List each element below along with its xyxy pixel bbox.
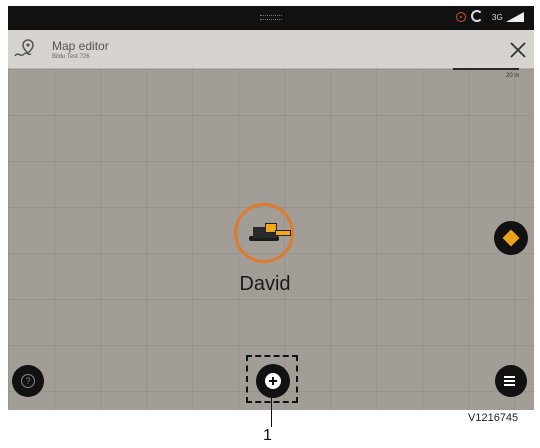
close-button[interactable] [508, 40, 528, 60]
map-pin-icon [14, 39, 34, 57]
locate-button[interactable] [494, 221, 528, 255]
map-scale-label: 20 m [506, 73, 520, 79]
help-icon: ? [21, 374, 35, 388]
signal-icon [506, 12, 524, 22]
menu-icon [504, 376, 515, 378]
title-bar: Map editor Bildu Test 726 [8, 30, 534, 69]
page-title: Map editor [52, 39, 109, 53]
menu-icon-bar [504, 380, 515, 382]
locate-icon [502, 229, 520, 247]
figure-reference: V1216745 [468, 412, 519, 424]
add-button[interactable] [256, 364, 290, 398]
callout-number: 1 [263, 427, 272, 444]
location-status-icon [456, 12, 466, 22]
callout-line [271, 397, 272, 427]
add-icon [265, 373, 281, 389]
machine-name: David [239, 273, 291, 295]
status-dots-icon [260, 15, 282, 20]
help-button[interactable]: ? [12, 365, 44, 397]
status-bar: 3G [8, 6, 534, 30]
menu-icon-bar [504, 384, 515, 386]
page-subtitle: Bildu Test 726 [52, 54, 90, 60]
network-type: 3G [492, 13, 503, 22]
map-scale-bar [453, 68, 519, 70]
excavator-arm [275, 230, 291, 236]
menu-button[interactable] [495, 365, 527, 397]
sync-status-icon [471, 10, 483, 22]
